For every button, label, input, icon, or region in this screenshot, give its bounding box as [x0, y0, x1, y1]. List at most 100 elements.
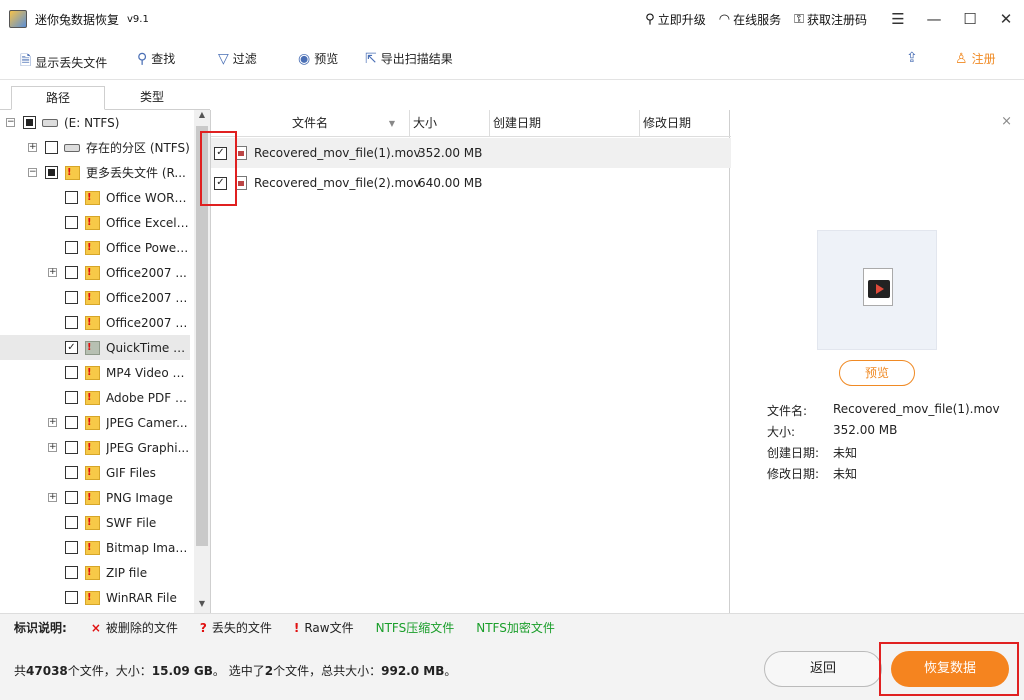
share-button[interactable]: ⇪	[906, 50, 922, 66]
tree-node[interactable]: ! Bitmap Image	[0, 535, 190, 560]
preview-toolbar-button[interactable]: ◉ 预览	[298, 50, 338, 67]
preview-close-icon[interactable]: ×	[1001, 114, 1012, 129]
key-icon: ⚿	[794, 11, 804, 27]
tree-node[interactable]: ! Office2007 P...	[0, 310, 190, 335]
tab-type[interactable]: 类型	[105, 86, 199, 110]
funnel-icon: ▽	[218, 50, 229, 67]
preview-button[interactable]: 预览	[839, 360, 915, 386]
tree-checkbox[interactable]	[65, 566, 78, 579]
scroll-up-icon[interactable]: ▲	[194, 110, 210, 124]
tree-node[interactable]: +! JPEG Graphi...	[0, 435, 190, 460]
find-button[interactable]: ⚲ 查找	[137, 50, 175, 67]
tree-checkbox[interactable]	[65, 366, 78, 379]
folder-tree: − (E: NTFS) + 存在的分区 (NTFS) −! 更多丢失文件 (R...! Of…	[0, 110, 194, 613]
lost-mark-icon: ?	[199, 620, 207, 635]
tree-checkbox[interactable]	[65, 241, 78, 254]
tree-node[interactable]: ! Office2007 E...	[0, 285, 190, 310]
tree-node[interactable]: ! Office Excel ...	[0, 210, 190, 235]
tree-node-label: Bitmap Image	[106, 540, 190, 555]
tree-checkbox[interactable]	[23, 116, 36, 129]
tree-node[interactable]: +! PNG Image	[0, 485, 190, 510]
folder-icon: !	[85, 290, 100, 305]
tree-checkbox[interactable]: ✓	[65, 341, 78, 354]
tree-node[interactable]: ! SWF File	[0, 510, 190, 535]
filter-button[interactable]: ▽ 过滤	[218, 50, 257, 67]
back-button[interactable]: 返回	[764, 651, 882, 687]
column-created[interactable]: 创建日期	[490, 110, 640, 137]
tree-checkbox[interactable]	[65, 491, 78, 504]
tree-node[interactable]: ! Office Power...	[0, 235, 190, 260]
tree-node[interactable]: ✓! QuickTime M...	[0, 335, 190, 360]
tree-checkbox[interactable]	[65, 541, 78, 554]
tree-checkbox[interactable]	[65, 316, 78, 329]
tree-node-label: Office2007 ...	[106, 265, 187, 280]
tree-node[interactable]: +! Office2007 ...	[0, 260, 190, 285]
folder-icon: !	[85, 215, 100, 230]
expand-icon[interactable]: +	[48, 418, 57, 427]
scroll-down-icon[interactable]: ▼	[194, 599, 210, 613]
collapse-icon[interactable]: −	[28, 168, 37, 177]
file-row[interactable]: ✓ Recovered_mov_file(2).mov 640.00 MB	[211, 168, 731, 198]
file-size: 640.00 MB	[418, 176, 483, 190]
tree-checkbox[interactable]	[65, 216, 78, 229]
tree-node[interactable]: − (E: NTFS)	[0, 110, 190, 135]
export-results-button[interactable]: ⇱ 导出扫描结果	[365, 50, 453, 67]
preview-panel: × 预览 文件名: Recovered_mov_file(1).mov 大小: 35…	[731, 110, 1024, 613]
register-button[interactable]: ♙ 注册	[955, 50, 996, 67]
tree-node[interactable]: + 存在的分区 (NTFS)	[0, 135, 190, 160]
tree-checkbox[interactable]	[45, 141, 58, 154]
recover-highlight-box	[879, 642, 1019, 696]
menu-button[interactable]: ☰	[880, 10, 916, 28]
online-service-link[interactable]: ◠ 在线服务	[719, 11, 781, 28]
tree-checkbox[interactable]	[65, 266, 78, 279]
close-button[interactable]: ✕	[988, 10, 1024, 28]
eye-icon: ◉	[298, 50, 311, 67]
tree-node[interactable]: ! GIF Files	[0, 460, 190, 485]
minimize-button[interactable]: —	[916, 10, 952, 28]
tree-checkbox[interactable]	[65, 291, 78, 304]
tree-node[interactable]: ! Adobe PDF file	[0, 385, 190, 410]
info-created-value: 未知	[833, 446, 858, 460]
info-modified-label: 修改日期:	[767, 467, 820, 481]
legend-ntfs-compressed: NTFS压缩文件	[375, 621, 455, 635]
tree-node[interactable]: ! ZIP file	[0, 560, 190, 585]
tree-checkbox[interactable]	[65, 591, 78, 604]
tree-checkbox[interactable]	[65, 416, 78, 429]
tree-checkbox[interactable]	[65, 391, 78, 404]
tree-node[interactable]: +! JPEG Camer...	[0, 410, 190, 435]
maximize-button[interactable]: ☐	[952, 10, 988, 28]
file-row[interactable]: ✓ Recovered_mov_file(1).mov 352.00 MB	[211, 138, 731, 168]
expand-icon[interactable]: +	[28, 143, 37, 152]
tree-node[interactable]: ! Office WORD...	[0, 185, 190, 210]
checkbox-highlight-box	[200, 131, 237, 206]
expand-icon[interactable]: +	[48, 443, 57, 452]
expand-icon[interactable]: +	[48, 493, 57, 502]
status-summary: 共47038个文件，大小：15.09 GB。 选中了2个文件，总共大小：992.…	[14, 664, 457, 678]
column-modified[interactable]: 修改日期	[640, 110, 730, 137]
column-size[interactable]: 大小	[410, 110, 490, 137]
folder-icon: !	[85, 240, 100, 255]
tree-node[interactable]: ! MP4 Video File	[0, 360, 190, 385]
info-size-label: 大小:	[767, 425, 796, 439]
get-code-link[interactable]: ⚿ 获取注册码	[794, 11, 867, 28]
collapse-icon[interactable]: −	[6, 118, 15, 127]
upgrade-link[interactable]: ⚲ 立即升级	[645, 11, 706, 28]
file-size: 352.00 MB	[418, 146, 483, 160]
tree-checkbox[interactable]	[65, 516, 78, 529]
folder-icon: !	[85, 440, 100, 455]
tree-node[interactable]: −! 更多丢失文件 (R...	[0, 160, 190, 185]
info-created-label: 创建日期:	[767, 446, 820, 460]
folder-icon: !	[85, 190, 100, 205]
tree-checkbox[interactable]	[45, 166, 58, 179]
column-name[interactable]: 文件名 ▼	[211, 110, 410, 137]
tree-node-label: Office Excel ...	[106, 215, 190, 230]
tree-checkbox[interactable]	[65, 191, 78, 204]
video-file-icon	[863, 268, 893, 306]
tab-path[interactable]: 路径	[11, 86, 105, 110]
tree-node[interactable]: ! WinRAR File	[0, 585, 190, 610]
expand-icon[interactable]: +	[48, 268, 57, 277]
show-lost-files-button[interactable]: 🗎 显示丢失文件	[20, 50, 107, 74]
tree-checkbox[interactable]	[65, 441, 78, 454]
tree-node-label: MP4 Video File	[106, 365, 190, 380]
tree-checkbox[interactable]	[65, 466, 78, 479]
